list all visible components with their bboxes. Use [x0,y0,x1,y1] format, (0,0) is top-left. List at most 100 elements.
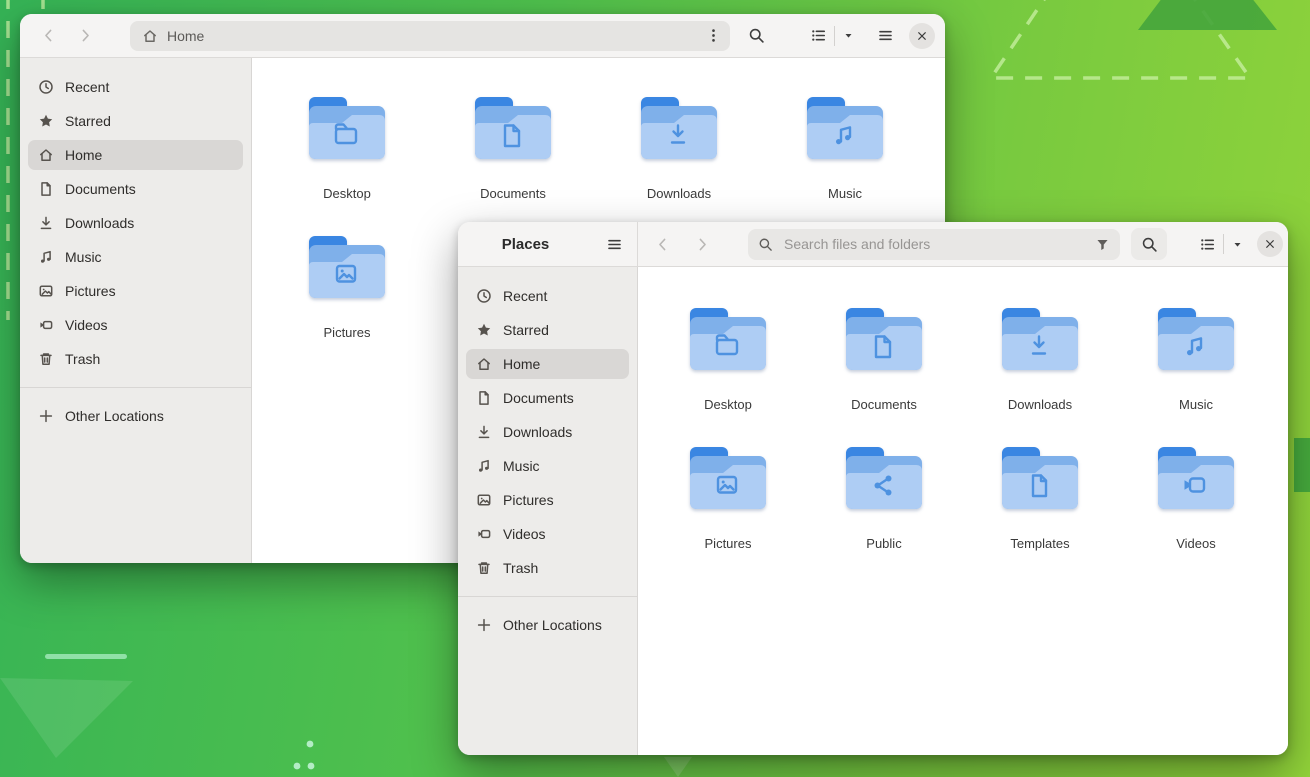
sidebar-item-label: Music [503,458,540,474]
files-window-front: Places Recent [458,222,1288,755]
document-emblem-icon [845,307,923,371]
sidebar-item-downloads[interactable]: Downloads [28,208,243,238]
sidebar-item-trash[interactable]: Trash [28,344,243,374]
sidebar-item-label: Other Locations [65,408,164,424]
view-options-dropdown[interactable] [835,23,861,49]
folder-tile-videos[interactable]: Videos [1118,442,1274,581]
folder-name-label: Templates [1010,536,1069,551]
sidebar-item-label: Recent [503,288,547,304]
main-menu-button[interactable] [598,228,630,260]
sidebar-item-starred[interactable]: Starred [28,106,243,136]
folder-tile-documents[interactable]: Documents [806,303,962,442]
location-menu-button[interactable] [700,23,726,49]
view-options-dropdown[interactable] [1224,231,1250,257]
chevron-down-icon [1231,238,1244,251]
sidebar-front: Recent Starred Home Documents Downloads [458,267,638,755]
document-emblem-icon [474,96,552,160]
search-button[interactable] [740,20,772,52]
sidebar-item-music[interactable]: Music [28,242,243,272]
folder-tile-desktop[interactable]: Desktop [650,303,806,442]
sidebar-item-label: Other Locations [503,617,602,633]
search-icon [748,27,765,44]
main-menu-button[interactable] [869,20,901,52]
folder-tile-pictures[interactable]: Pictures [650,442,806,581]
close-icon [1264,238,1276,250]
search-input[interactable] [782,235,1086,253]
list-view-button[interactable] [1191,228,1223,260]
list-view-button[interactable] [802,20,834,52]
view-toggle [1191,228,1250,260]
sidebar-item-documents[interactable]: Documents [466,383,629,413]
sidebar-item-home[interactable]: Home [466,349,629,379]
folder-grid-front: Desktop Documents Downloads Music [638,267,1288,755]
sidebar-item-home[interactable]: Home [28,140,243,170]
folder-emblem-icon [689,307,767,371]
forward-button[interactable] [69,20,101,52]
search-field[interactable] [748,229,1120,260]
chevron-right-icon [694,236,711,253]
download-icon [476,424,492,440]
plus-icon [38,408,54,424]
video-icon [38,317,54,333]
kebab-menu-icon [705,27,722,44]
search-toggle-button[interactable] [1131,228,1167,260]
folder-name-label: Desktop [323,186,371,201]
folder-tile-desktop[interactable]: Desktop [264,92,430,231]
list-view-icon [810,27,827,44]
forward-button[interactable] [686,228,718,260]
folder-tile-documents[interactable]: Documents [430,92,596,231]
sidebar-item-label: Starred [65,113,111,129]
solid-triangle-decoration [1138,0,1277,30]
close-button[interactable] [909,23,935,49]
sidebar-item-pictures[interactable]: Pictures [28,276,243,306]
sidebar-item-music[interactable]: Music [466,451,629,481]
search-icon [758,237,773,252]
sidebar-divider [20,387,251,388]
sidebar-item-starred[interactable]: Starred [466,315,629,345]
share-emblem-icon [845,446,923,510]
folder-tile-music[interactable]: Music [1118,303,1274,442]
sidebar-item-other-locations[interactable]: Other Locations [28,401,243,431]
hamburger-icon [606,236,623,253]
folder-tile-downloads[interactable]: Downloads [596,92,762,231]
folder-tile-pictures[interactable]: Pictures [264,231,430,370]
folder-tile-templates[interactable]: Templates [962,442,1118,581]
video-icon [476,526,492,542]
folder-tile-downloads[interactable]: Downloads [962,303,1118,442]
light-triangle-decoration [0,678,133,758]
folder-tile-public[interactable]: Public [806,442,962,581]
sidebar-item-label: Downloads [65,215,134,231]
folder-name-label: Music [1179,397,1213,412]
folder-name-label: Videos [1176,536,1216,551]
video-emblem-icon [1157,446,1235,510]
document-icon [38,181,54,197]
music-emblem-icon [1157,307,1235,371]
download-emblem-icon [1001,307,1079,371]
close-icon [916,30,928,42]
sidebar-item-downloads[interactable]: Downloads [466,417,629,447]
sidebar-item-trash[interactable]: Trash [466,553,629,583]
sidebar-item-label: Videos [503,526,546,542]
folder-tile-music[interactable]: Music [762,92,928,231]
path-bar[interactable]: Home [130,21,730,51]
view-toggle [802,20,861,52]
sidebar-item-videos[interactable]: Videos [466,519,629,549]
close-button[interactable] [1257,231,1283,257]
music-icon [38,249,54,265]
clock-icon [476,288,492,304]
sidebar-item-label: Music [65,249,102,265]
headerbar-back: Home [20,14,945,58]
back-button[interactable] [32,20,64,52]
folder-name-label: Downloads [647,186,711,201]
home-icon [38,147,54,163]
sidebar-item-recent[interactable]: Recent [466,281,629,311]
music-icon [476,458,492,474]
back-button[interactable] [646,228,678,260]
sidebar-item-recent[interactable]: Recent [28,72,243,102]
sidebar-item-other-locations[interactable]: Other Locations [466,610,629,640]
image-icon [476,492,492,508]
sidebar-item-pictures[interactable]: Pictures [466,485,629,515]
folder-name-label: Pictures [324,325,371,340]
sidebar-item-videos[interactable]: Videos [28,310,243,340]
sidebar-item-documents[interactable]: Documents [28,174,243,204]
